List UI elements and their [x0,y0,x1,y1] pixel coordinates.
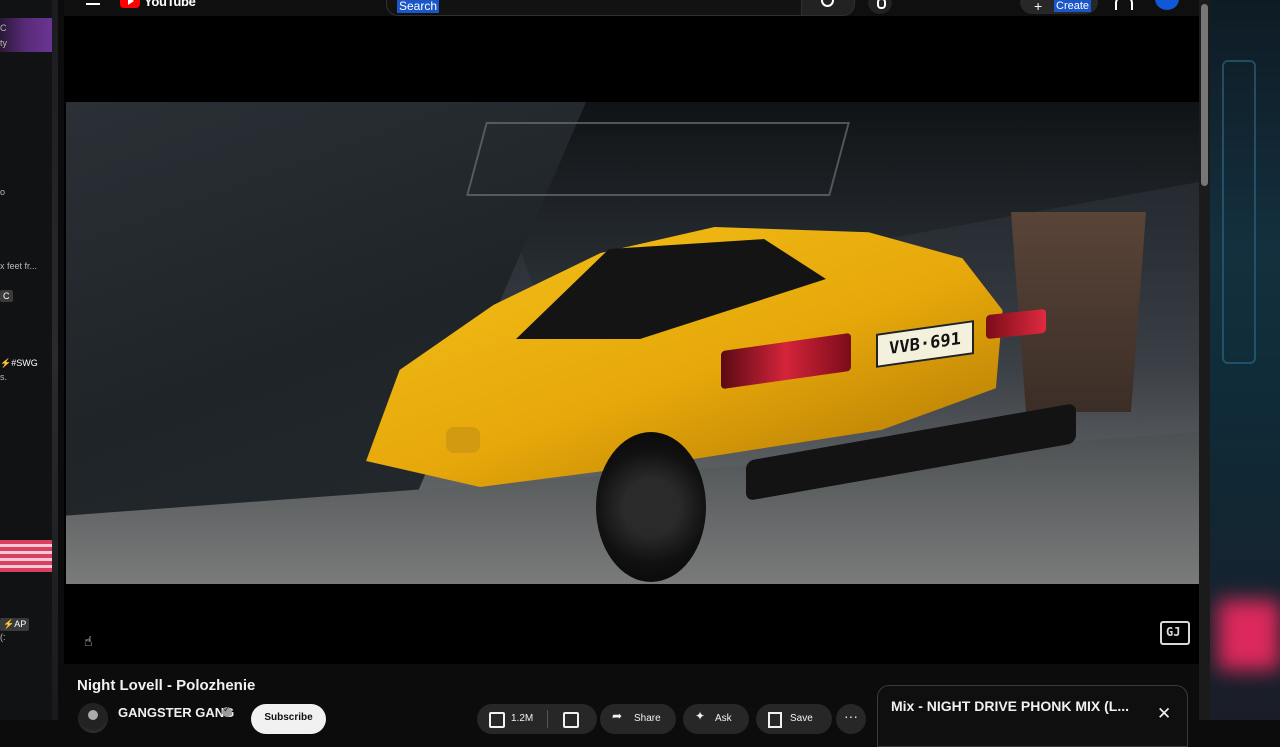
microphone-icon [877,0,886,9]
youtube-logo[interactable]: YouTube [120,0,196,9]
share-button[interactable]: Share [600,704,676,734]
like-dislike-button[interactable]: 1.2M [477,704,597,734]
background-neon-light [1218,600,1280,670]
page-scrollbar[interactable] [1199,0,1210,720]
more-actions-button[interactable]: ··· [836,704,866,734]
youtube-play-icon [120,0,140,8]
plus-icon: + [1034,0,1043,14]
scene-railing [466,122,850,196]
save-icon [768,712,782,728]
notifications-bell-icon[interactable] [1115,0,1133,10]
watermark-text: GJ [1166,625,1181,639]
background-text: C [0,23,7,33]
search-placeholder: Search [397,0,440,13]
background-badge: C [0,290,13,302]
background-window-left: C ty o x feet fr... C ⚡#SWG s. ⚡AP (: [0,0,58,720]
create-label: Create [1054,0,1092,12]
background-text: ⚡#SWG [0,358,38,368]
thumbs-up-icon[interactable] [489,712,505,728]
ask-button[interactable]: Ask [683,704,749,734]
yellow-car: VVB·691 [346,187,1076,582]
more-icon: ··· [844,708,858,724]
playlist-title[interactable]: Mix - NIGHT DRIVE PHONK MIX (L... [891,698,1129,714]
background-window-right [1208,0,1280,720]
search-icon [821,0,834,7]
create-button[interactable]: + Create [1020,0,1098,14]
verified-check-icon [222,705,232,717]
like-count: 1.2M [511,713,534,724]
background-badge: ⚡AP [0,618,30,631]
background-thumbnail [0,18,52,52]
share-label: Share [634,713,661,724]
window-edge [52,0,58,720]
playlist-panel[interactable]: Mix - NIGHT DRIVE PHONK MIX (L... ✕ [877,685,1188,747]
channel-watermark-icon[interactable]: GJ [1160,621,1190,645]
save-button[interactable]: Save [756,704,832,734]
hamburger-menu-icon[interactable] [86,0,100,8]
car-wheel [596,432,706,582]
background-text: ty [0,38,8,48]
background-text: o [0,187,6,197]
subscribe-button[interactable]: Subscribe [251,704,326,734]
channel-avatar[interactable] [78,703,108,733]
close-icon[interactable]: ✕ [1157,704,1171,724]
share-icon [612,709,624,724]
ask-label: Ask [715,713,732,724]
video-title: Night Lovell - Polozhenie [77,677,256,694]
sparkle-icon [695,709,707,724]
background-text: x feet fr... [0,261,38,271]
video-frame[interactable]: VVB·691 [66,102,1199,584]
scrollbar-thumb[interactable] [1201,4,1208,186]
car-mirror [446,427,480,453]
like-divider [547,710,548,728]
channel-name[interactable]: GANGSTER GANG [118,705,234,720]
thumbs-down-icon[interactable] [563,712,579,728]
background-text: (: [0,632,6,642]
logo-wordmark: YouTube [144,0,196,9]
background-text: s. [0,372,8,382]
save-label: Save [790,713,813,724]
mouse-pointer-icon [84,634,96,652]
background-flag-thumbnail [0,540,52,572]
background-neon-frame [1222,60,1256,364]
search-button[interactable] [801,0,855,16]
search-input[interactable]: Search [386,0,802,16]
